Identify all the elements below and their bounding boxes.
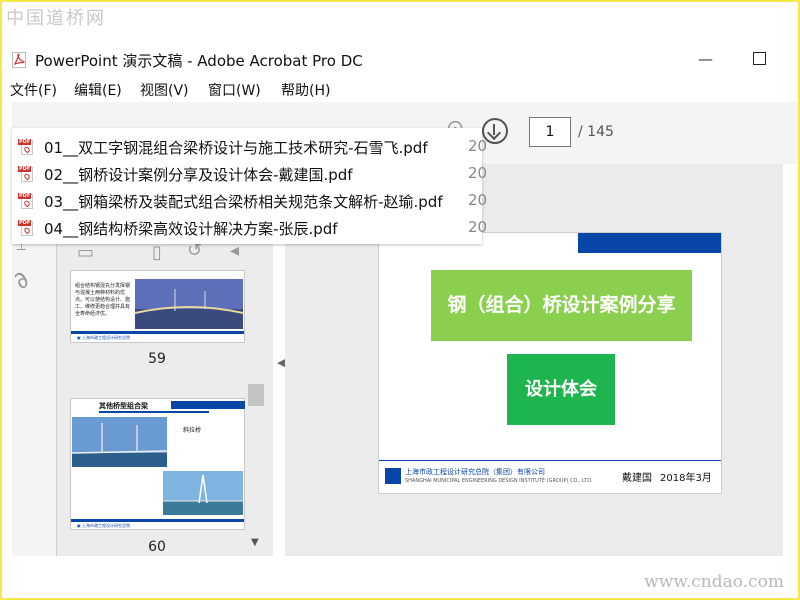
recent-file-date: 20 [468, 191, 488, 209]
watermark-top: 中国道桥网 [6, 8, 106, 29]
acrobat-app-icon [12, 52, 26, 68]
window-title: PowerPoint 演示文稿 - Adobe Acrobat Pro DC [35, 52, 363, 70]
thumbnail-options-icon[interactable]: ▭ [77, 242, 94, 263]
thumbnail-59-bridge-image [135, 279, 243, 329]
slide-subtitle: 设计体会 [507, 354, 615, 425]
slide-organization-en: SHANGHAI MUNICIPAL ENGINEERING DESIGN IN… [405, 478, 593, 484]
menu-help[interactable]: 帮助(H) [281, 80, 330, 100]
thumbnail-page-59[interactable]: 组合结构钢混充分发挥钢与混凝土两种材料的优点。可以使结构设计、施工、维修更趋合理… [70, 270, 245, 343]
pdf-file-icon [18, 220, 33, 236]
organization-logo [385, 468, 401, 484]
slide-date: 2018年3月 [660, 473, 712, 484]
slide-header-bar [578, 233, 721, 253]
pdf-file-icon [18, 193, 33, 209]
slide-title: 钢（组合）桥设计案例分享 [431, 270, 692, 341]
minimize-button[interactable]: — [698, 50, 713, 68]
page-number-input[interactable]: 1 [529, 117, 571, 147]
recent-file-date: 20 [468, 137, 488, 155]
screenshot-frame: 中国道桥网 PowerPoint 演示文稿 - Adobe Acrobat Pr… [2, 2, 798, 598]
recent-file-name: 04__钢结构桥梁高效设计解决方案-张辰.pdf [44, 220, 338, 238]
thumbnail-60-title: 其他桥型组合梁 [99, 402, 148, 410]
scrollbar-thumb[interactable] [248, 384, 264, 406]
recent-file-name: 03__钢箱梁桥及装配式组合梁桥相关规范条文解析-赵瑜.pdf [44, 193, 443, 211]
recent-file-name: 01__双工字钢混组合梁桥设计与施工技术研究-石雪飞.pdf [44, 139, 428, 157]
slide-author: 戴建国 [622, 473, 652, 484]
pdf-file-icon [18, 139, 33, 155]
recent-file-item[interactable]: 03__钢箱梁桥及装配式组合梁桥相关规范条文解析-赵瑜.pdf 20 [12, 188, 487, 215]
slide-organization: 上海市政工程设计研究总院（集团）有限公司 [405, 468, 545, 476]
recent-file-name: 02__钢桥设计案例分享及设计体会-戴建国.pdf [44, 166, 353, 184]
recent-files-dropdown: 01__双工字钢混组合梁桥设计与施工技术研究-石雪飞.pdf 20 02__钢桥… [12, 128, 487, 244]
menu-view[interactable]: 视图(V) [140, 80, 189, 100]
slide-footer-line [379, 460, 721, 461]
thumbnail-page-60[interactable]: 其他桥型组合梁 斜拉桥 ▣ 上海市政工程设计研究总院 [70, 398, 245, 530]
recent-file-date: 20 [468, 218, 488, 236]
menu-file[interactable]: 文件(F) [10, 80, 57, 100]
menu-edit[interactable]: 编辑(E) [74, 80, 122, 100]
pdf-file-icon [18, 166, 33, 182]
thumbnail-delete-icon[interactable]: ▯ [152, 242, 162, 263]
thumbnail-60-bridge-image-1 [72, 417, 167, 467]
thumbnail-60-label: 斜拉桥 [183, 427, 202, 434]
menu-window[interactable]: 窗口(W) [208, 80, 261, 100]
scroll-down-icon[interactable]: ▼ [251, 537, 259, 548]
recent-file-date: 20 [468, 164, 488, 182]
recent-file-item[interactable]: 04__钢结构桥梁高效设计解决方案-张辰.pdf 20 [12, 215, 487, 242]
slide-page: 钢（组合）桥设计案例分享 设计体会 上海市政工程设计研究总院（集团）有限公司 S… [378, 232, 722, 494]
page-total: / 145 [578, 124, 614, 140]
watermark-bottom: www.cndao.com [644, 572, 784, 592]
thumbnail-page-label-60: 60 [148, 539, 166, 555]
recent-file-item[interactable]: 02__钢桥设计案例分享及设计体会-戴建国.pdf 20 [12, 161, 487, 188]
thumbnail-60-bridge-image-2 [163, 471, 243, 515]
recent-file-item[interactable]: 01__双工字钢混组合梁桥设计与施工技术研究-石雪飞.pdf 20 [12, 134, 487, 161]
thumbnail-scrollbar[interactable]: ▼ [247, 264, 265, 556]
thumbnail-59-text: 组合结构钢混充分发挥钢与混凝土两种材料的优点。可以使结构设计、施工、维修更趋合理… [75, 283, 131, 317]
thumbnail-page-label-59: 59 [148, 351, 166, 367]
maximize-button[interactable] [753, 52, 766, 65]
